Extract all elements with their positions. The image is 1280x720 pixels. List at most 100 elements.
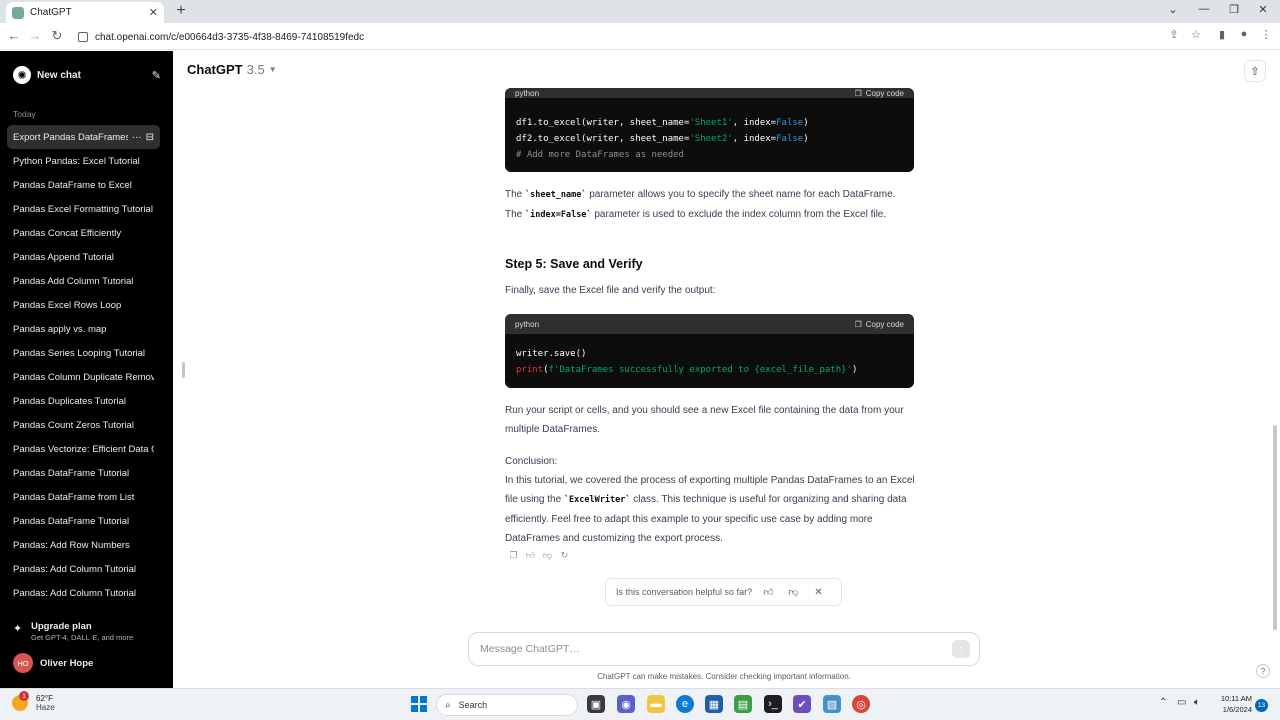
sidebar-item[interactable]: Pandas Vectorize: Efficient Data Ops xyxy=(7,437,160,461)
taskbar: 1 62°F Haze ⌕ Search ▣ ◉ ▬ e ▦ ▤ ›_ ✔ ▧ … xyxy=(0,688,1280,720)
edge-browser-icon[interactable]: e xyxy=(676,695,694,713)
system-clock[interactable]: 10:11 AM 1/6/2024 xyxy=(1212,693,1252,715)
inline-code: `index=False` xyxy=(525,210,592,220)
code-block: python ❐ Copy code df1.to_excel(writer, … xyxy=(505,88,914,172)
code-block-header: python ❐ Copy code xyxy=(505,88,914,98)
tab-title: ChatGPT xyxy=(30,7,72,18)
sidebar-item[interactable]: Pandas: Add Row Numbers xyxy=(7,533,160,557)
windows-start-icon[interactable] xyxy=(411,696,427,712)
network-icon[interactable]: ▭ xyxy=(1177,697,1186,708)
terminal-icon[interactable]: ›_ xyxy=(764,695,782,713)
step-description: Finally, save the Excel file and verify … xyxy=(505,285,716,296)
clock-time: 10:11 AM xyxy=(1220,694,1252,703)
sidebar-item[interactable]: Pandas Duplicates Tutorial xyxy=(7,389,160,413)
sidebar-item[interactable]: Python Pandas: Excel Tutorial xyxy=(7,149,160,173)
close-icon[interactable]: ✕ xyxy=(806,587,831,598)
upgrade-plan-button[interactable]: ✦ Upgrade plan Get GPT-4, DALL·E, and mo… xyxy=(13,621,161,642)
sidebar-item-label: Pandas DataFrame to Excel xyxy=(13,179,132,191)
side-panel-icon[interactable]: ▮ xyxy=(1215,28,1229,44)
url-text: chat.openai.com/c/e00664d3-3735-4f38-846… xyxy=(95,31,365,43)
help-icon[interactable]: ? xyxy=(1256,664,1270,678)
sidebar-item[interactable]: Pandas Concat Efficiently xyxy=(7,221,160,245)
sidebar-item[interactable]: Pandas: Add Column Tutorial xyxy=(7,581,160,605)
task-view-icon[interactable]: ▣ xyxy=(587,695,605,713)
sidebar-item[interactable]: Pandas DataFrame Tutorial xyxy=(7,509,160,533)
sparkle-icon: ✦ xyxy=(13,623,23,635)
chrome-browser-icon[interactable]: ◎ xyxy=(852,695,870,713)
sidebar-item[interactable]: Pandas DataFrame to Excel xyxy=(7,173,160,197)
share-page-icon[interactable]: ⇪ xyxy=(1167,28,1181,44)
photos-app-icon[interactable]: ▧ xyxy=(823,695,841,713)
sidebar-item[interactable]: Pandas Append Tutorial xyxy=(7,245,160,269)
sidebar-item-active[interactable]: Export Pandas DataFrames ··· ⊟ xyxy=(7,125,160,149)
scrollbar[interactable] xyxy=(1273,425,1277,630)
volume-icon[interactable]: 🔈︎ xyxy=(1194,697,1200,708)
bookmark-star-icon[interactable]: ☆ xyxy=(1189,28,1203,44)
close-window-button[interactable]: ✕ xyxy=(1253,3,1273,16)
vpn-app-icon[interactable]: ✔ xyxy=(793,695,811,713)
sidebar-item-label: Export Pandas DataFrames xyxy=(13,131,128,143)
store-icon[interactable]: ▦ xyxy=(705,695,723,713)
archive-icon[interactable]: ⊟ xyxy=(146,132,154,143)
tab-search-icon[interactable]: ⌄ xyxy=(1163,3,1183,16)
message-input[interactable] xyxy=(480,643,952,655)
notification-badge[interactable]: 13 xyxy=(1255,699,1268,712)
new-tab-button[interactable]: + xyxy=(172,2,190,20)
chat-app-icon[interactable]: ◉ xyxy=(617,695,635,713)
sidebar-item-label: Pandas Excel Formatting Tutorial xyxy=(13,203,153,215)
inline-code: `sheet_name` xyxy=(525,190,587,200)
send-button[interactable]: ↑ xyxy=(952,640,970,658)
thumbs-up-icon[interactable]: 👍︎ xyxy=(522,550,539,561)
sidebar-item[interactable]: Pandas DataFrame Tutorial xyxy=(7,461,160,485)
user-menu-button[interactable]: HO Oliver Hope xyxy=(13,653,93,673)
sidebar-item-label: Pandas: Add Row Numbers xyxy=(13,539,130,551)
compose-icon[interactable]: ✎ xyxy=(152,69,161,82)
sidebar-item[interactable]: Pandas Excel Formatting Tutorial xyxy=(7,197,160,221)
tray-overflow-icon[interactable]: ⌃ xyxy=(1159,697,1167,708)
inline-code: `ExcelWriter` xyxy=(563,495,631,505)
sidebar-item-label: Python Pandas: Excel Tutorial xyxy=(13,155,140,167)
file-explorer-icon[interactable]: ▬ xyxy=(647,695,665,713)
sidebar-item[interactable]: Pandas Count Zeros Tutorial xyxy=(7,413,160,437)
thumbs-down-icon[interactable]: 👎︎ xyxy=(781,586,806,598)
weather-temp: 62°F xyxy=(36,694,53,703)
regenerate-icon[interactable]: ↻ xyxy=(556,550,573,561)
copy-code-button[interactable]: ❐ Copy code xyxy=(855,320,904,329)
forward-icon[interactable]: → xyxy=(27,28,43,43)
close-tab-icon[interactable]: ✕ xyxy=(149,6,158,19)
message-actions: ❐ 👍︎ 👎︎ ↻ xyxy=(505,550,573,561)
weather-condition: Haze xyxy=(36,703,55,712)
url-field[interactable]: chat.openai.com/c/e00664d3-3735-4f38-846… xyxy=(78,28,364,46)
weather-widget[interactable]: 1 62°F Haze xyxy=(12,691,55,712)
thumbs-up-icon[interactable]: 👍︎ xyxy=(756,586,781,598)
browser-tab[interactable]: ChatGPT ✕ xyxy=(6,2,164,23)
feedback-question: Is this conversation helpful so far? xyxy=(616,587,753,597)
browser-menu-icon[interactable]: ⋮ xyxy=(1259,28,1273,44)
share-chat-button[interactable]: ⇧ xyxy=(1244,60,1266,82)
sidebar-item[interactable]: Pandas Column Duplicate Removal xyxy=(7,365,160,389)
excel-app-icon[interactable]: ▤ xyxy=(734,695,752,713)
profile-icon[interactable]: ● xyxy=(1237,28,1251,44)
sidebar-item[interactable]: Pandas: Add Column Tutorial xyxy=(7,557,160,581)
copy-icon[interactable]: ❐ xyxy=(505,550,522,561)
new-chat-button[interactable]: ✺ New chat ✎ xyxy=(13,65,161,85)
thumbs-down-icon[interactable]: 👎︎ xyxy=(539,550,556,561)
sidebar-item[interactable]: Pandas Series Looping Tutorial xyxy=(7,341,160,365)
model-selector[interactable]: ChatGPT 3.5 ▼ xyxy=(187,62,277,77)
sidebar-item[interactable]: Pandas apply vs. map xyxy=(7,317,160,341)
more-options-icon[interactable]: ··· xyxy=(132,132,142,143)
sidebar-item[interactable]: Pandas Excel Rows Loop xyxy=(7,293,160,317)
code-string: 'Sheet1' xyxy=(689,118,733,128)
maximize-button[interactable]: ❐ xyxy=(1224,3,1244,16)
minimize-button[interactable]: — xyxy=(1194,3,1214,15)
taskbar-search[interactable]: ⌕ Search xyxy=(436,694,578,716)
site-info-icon[interactable] xyxy=(78,32,88,42)
address-bar-row: ← → ↻ chat.openai.com/c/e00664d3-3735-4f… xyxy=(0,23,1280,50)
reload-icon[interactable]: ↻ xyxy=(49,28,65,44)
sidebar-item[interactable]: Pandas Add Column Tutorial xyxy=(7,269,160,293)
back-icon[interactable]: ← xyxy=(6,28,22,43)
history-section-label: Today xyxy=(13,109,36,119)
copy-code-button[interactable]: ❐ Copy code xyxy=(855,89,904,98)
sidebar-item[interactable]: Pandas DataFrame from List xyxy=(7,485,160,509)
sidebar-collapse-handle[interactable] xyxy=(182,362,185,378)
